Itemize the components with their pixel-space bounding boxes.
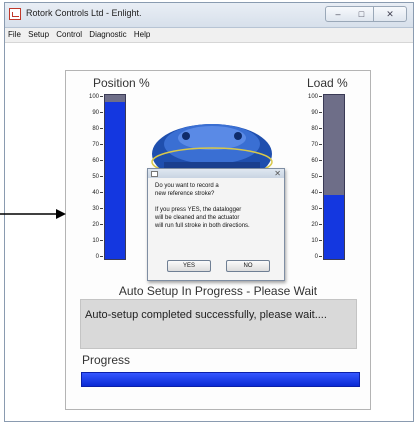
dialog-line — [155, 198, 280, 206]
position-scale: 100 90 80 70 60 50 40 30 20 10 0 — [75, 94, 103, 260]
dialog-message: Do you want to record a new reference st… — [155, 182, 280, 230]
load-tick-label: 70 — [311, 142, 322, 148]
dialog-line: will be cleaned and the actuator — [155, 215, 240, 221]
position-tick-label: 100 — [89, 94, 103, 100]
position-tick-label: 90 — [92, 110, 103, 116]
minimize-button[interactable]: – — [325, 6, 351, 22]
load-tick-label: 50 — [311, 174, 322, 180]
window-title: Rotork Controls Ltd - Enlight. — [26, 8, 142, 18]
dialog-line: will run full stroke in both directions. — [155, 223, 250, 229]
position-tick-label: 80 — [92, 126, 103, 132]
load-gauge-title: Load % — [307, 76, 348, 90]
yes-button[interactable]: YES — [167, 260, 211, 272]
progress-label: Progress — [82, 353, 131, 367]
load-scale: 100 90 80 70 60 50 40 30 20 10 0 — [294, 94, 322, 260]
title-bar[interactable]: Rotork Controls Ltd - Enlight. – □ ✕ — [5, 3, 413, 28]
position-tick-label: 60 — [92, 158, 103, 164]
dialog-line: Do you want to record a — [155, 183, 219, 189]
load-bar-fill — [324, 195, 344, 259]
dialog-line: new reference stroke? — [155, 191, 215, 197]
menu-diagnostic[interactable]: Diagnostic — [89, 28, 126, 42]
app-logo-icon — [9, 8, 21, 20]
load-tick-label: 0 — [315, 254, 322, 260]
position-tick-label: 40 — [92, 190, 103, 196]
load-tick-label: 10 — [311, 238, 322, 244]
reference-stroke-dialog: ✕ Do you want to record a new reference … — [147, 168, 285, 281]
menu-bar: File Setup Control Diagnostic Help — [5, 28, 413, 43]
load-tick-label: 20 — [311, 222, 322, 228]
load-tick-label: 40 — [311, 190, 322, 196]
dialog-title-bar[interactable]: ✕ — [148, 169, 284, 178]
position-bar — [104, 94, 126, 260]
load-tick-label: 80 — [311, 126, 322, 132]
position-tick-label: 30 — [92, 206, 103, 212]
load-tick-label: 90 — [311, 110, 322, 116]
load-bar — [323, 94, 345, 260]
menu-help[interactable]: Help — [134, 28, 150, 42]
position-tick-label: 50 — [92, 174, 103, 180]
load-tick-label: 60 — [311, 158, 322, 164]
position-tick-label: 10 — [92, 238, 103, 244]
menu-control[interactable]: Control — [56, 28, 82, 42]
status-message-box: Auto-setup completed successfully, pleas… — [80, 299, 357, 349]
position-tick-label: 0 — [96, 254, 103, 260]
status-heading: Auto Setup In Progress - Please Wait — [118, 284, 318, 298]
position-bar-fill — [105, 101, 125, 259]
annotation-arrow-icon — [0, 209, 66, 219]
progress-bar — [81, 372, 360, 387]
dialog-line: If you press YES, the datalogger — [155, 207, 242, 213]
menu-setup[interactable]: Setup — [28, 28, 49, 42]
load-tick-label: 100 — [308, 94, 322, 100]
no-button[interactable]: NO — [226, 260, 270, 272]
menu-file[interactable]: File — [8, 28, 21, 42]
position-gauge-title: Position % — [93, 76, 150, 90]
dialog-close-button[interactable]: ✕ — [274, 169, 281, 178]
dialog-window-icon — [151, 171, 158, 177]
close-button[interactable]: ✕ — [373, 6, 407, 22]
maximize-button[interactable]: □ — [350, 6, 374, 22]
load-tick-label: 30 — [311, 206, 322, 212]
position-tick-label: 70 — [92, 142, 103, 148]
position-tick-label: 20 — [92, 222, 103, 228]
progress-bar-fill — [82, 373, 359, 386]
status-message: Auto-setup completed successfully, pleas… — [85, 309, 327, 321]
